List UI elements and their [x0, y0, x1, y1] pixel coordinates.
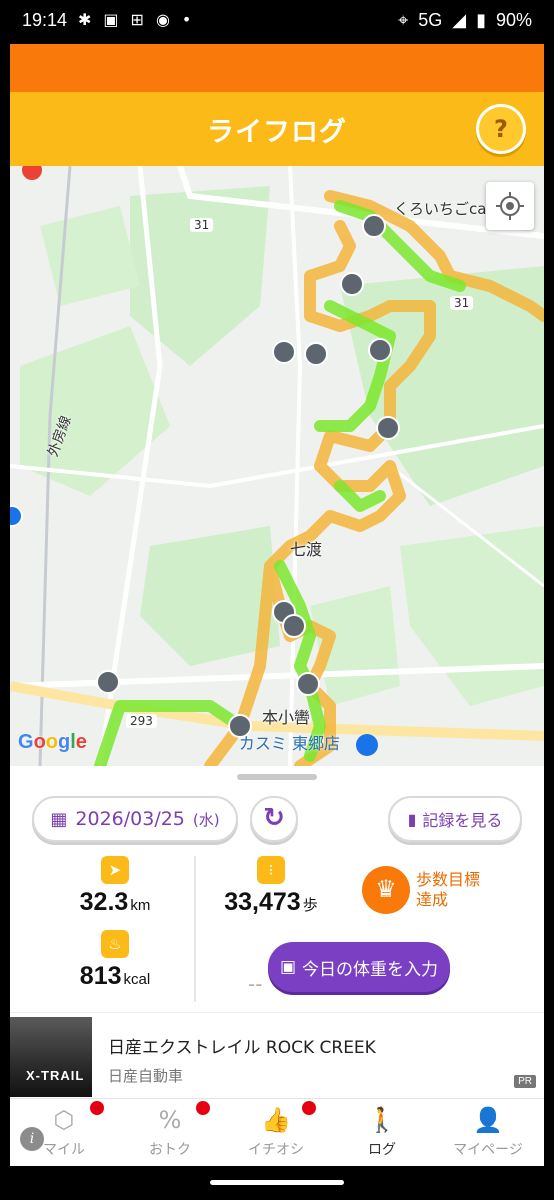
- navigation-arrow-icon: ➤: [101, 856, 129, 884]
- divider: [194, 856, 196, 1002]
- notification-dot: [302, 1101, 316, 1115]
- date-value: 2026/03/25: [75, 808, 185, 830]
- flame-icon: ♨: [101, 930, 129, 958]
- home-gesture-pill[interactable]: [210, 1180, 344, 1185]
- nav-label: マイページ: [453, 1142, 523, 1158]
- goal-line1: 歩数目標: [416, 870, 481, 889]
- app-notification-icon: ✱: [78, 10, 92, 29]
- calories-stat: ♨ 813 kcal: [50, 930, 180, 991]
- map-label-shop: くろいちごca: [394, 200, 487, 218]
- calendar-icon: ▦: [50, 808, 68, 830]
- goal-line2: 達成: [416, 890, 449, 909]
- road-31-badge: 31: [450, 296, 474, 310]
- notification-icons: ✱ ▣ ⊞ ◉ •: [78, 10, 191, 29]
- store-label: カスミ 東郷店: [238, 734, 340, 753]
- thumbs-up-icon: 👍: [261, 1106, 291, 1134]
- notification-dot: [196, 1101, 210, 1115]
- ad-image-brand: X-TRAIL: [26, 1068, 85, 1083]
- nav-item-mypage[interactable]: 👤 マイページ: [440, 1105, 536, 1159]
- notification-dot: [90, 1101, 104, 1115]
- date-picker-button[interactable]: ▦ 2026/03/25 (水): [32, 796, 238, 842]
- map-label-nanawatari: 七渡: [290, 540, 323, 559]
- hexagon-icon: ⬡: [53, 1106, 75, 1134]
- network-type: 5G: [418, 10, 443, 30]
- calories-value: 813: [79, 962, 122, 990]
- view-records-button[interactable]: ▮ 記録を見る: [388, 796, 522, 842]
- location-icon: ⌖: [398, 10, 409, 30]
- weight-dash: --: [248, 972, 263, 996]
- step-goal-status: 歩数目標 達成: [416, 870, 480, 910]
- crosshair-icon: [496, 192, 524, 220]
- calories-unit: kcal: [123, 971, 151, 988]
- footprints-icon: ⁝: [257, 856, 285, 884]
- distance-stat: ➤ 32.3 km: [50, 856, 180, 917]
- locate-button[interactable]: [486, 182, 534, 230]
- day-of-week: (水): [192, 810, 220, 829]
- enter-weight-label: 今日の体重を入力: [302, 959, 439, 980]
- refresh-icon: ↻: [263, 803, 285, 833]
- ad-advertiser: 日産自動車: [108, 1067, 184, 1085]
- ad-title: 日産エクストレイル ROCK CREEK: [108, 1038, 376, 1058]
- steps-value: 33,473: [224, 888, 301, 916]
- drag-handle[interactable]: [237, 774, 317, 780]
- coupon-icon: %: [158, 1106, 182, 1134]
- walker-icon: 🚶: [367, 1106, 397, 1134]
- person-icon: 👤: [473, 1106, 503, 1134]
- status-time: 19:14: [22, 10, 68, 30]
- steps-stat: ⁝ 33,473 歩: [206, 856, 336, 917]
- store-pin-icon[interactable]: [356, 734, 378, 756]
- bottom-nav: i ⬡ マイル % おトク 👍 イチオシ 🚶 ログ 👤 マイページ: [10, 1098, 544, 1166]
- signal-icon: ◢: [452, 10, 467, 30]
- header: ライフログ ?: [10, 92, 544, 166]
- more-dot-icon: •: [181, 10, 192, 29]
- nav-label: ログ: [368, 1142, 396, 1158]
- summary-panel: ▦ 2026/03/25 (水) ↻ ▮ 記録を見る ➤ 32.3 km ⁝ 33…: [10, 766, 544, 1012]
- help-button[interactable]: ?: [476, 104, 526, 154]
- refresh-button[interactable]: ↻: [250, 796, 298, 842]
- battery-icon: ▮: [476, 10, 486, 30]
- app-notification-icon: ⊞: [130, 10, 144, 29]
- bar-chart-icon: ▮: [407, 809, 417, 829]
- nav-label: おトク: [149, 1142, 191, 1158]
- top-band: [10, 44, 544, 92]
- road-293-badge: 293: [126, 714, 157, 728]
- steps-unit: 歩: [302, 897, 318, 914]
- crown-icon: ♛: [362, 866, 410, 914]
- page-title: ライフログ: [207, 117, 347, 148]
- ad-banner[interactable]: X-TRAIL 日産エクストレイル ROCK CREEK 日産自動車 PR: [10, 1012, 544, 1098]
- enter-weight-button[interactable]: ▣ 今日の体重を入力: [268, 942, 450, 992]
- ad-image: X-TRAIL: [10, 1017, 92, 1097]
- view-records-label: 記録を見る: [422, 811, 503, 830]
- app-notification-icon: ◉: [155, 10, 170, 29]
- nav-label: マイル: [43, 1142, 85, 1158]
- scale-icon: ▣: [279, 957, 297, 977]
- distance-value: 32.3: [79, 888, 129, 916]
- map-label-honkoshiki: 本小轡: [262, 708, 311, 727]
- google-logo: Google: [18, 731, 87, 753]
- gesture-bar: [10, 1166, 544, 1200]
- distance-unit: km: [130, 897, 151, 914]
- app-notification-icon: ▣: [103, 10, 119, 29]
- app-window: ライフログ ? くろいちごca 31 31 七渡 本小轡 293 外房線 Goo…: [10, 44, 544, 1200]
- ad-pr-badge: PR: [514, 1075, 536, 1088]
- status-bar: 19:14 ✱ ▣ ⊞ ◉ • ⌖ 5G ◢ ▮ 90%: [0, 0, 554, 44]
- nav-item-log[interactable]: 🚶 ログ: [334, 1105, 430, 1159]
- status-right: ⌖ 5G ◢ ▮ 90%: [398, 10, 532, 31]
- road-31-badge: 31: [190, 218, 214, 232]
- battery-level: 90%: [495, 10, 532, 30]
- map-canvas: [10, 166, 544, 766]
- nav-label: イチオシ: [248, 1142, 304, 1158]
- map-view[interactable]: くろいちごca 31 31 七渡 本小轡 293 外房線 Google カスミ …: [10, 166, 544, 766]
